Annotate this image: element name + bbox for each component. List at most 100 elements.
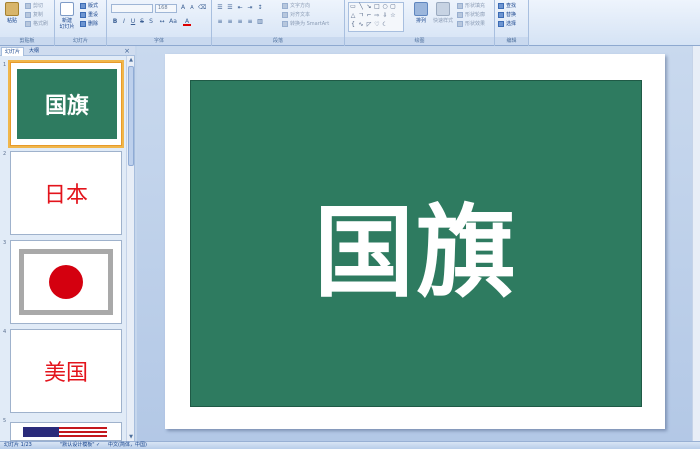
scroll-down-icon[interactable]: ▼ [127,433,135,441]
close-icon[interactable]: × [124,47,130,55]
underline-icon[interactable]: U [129,18,137,26]
panel-scroll-thumb[interactable] [128,66,134,166]
italic-icon[interactable]: I [120,18,128,26]
scissors-icon [25,2,31,9]
panel-scrollbar[interactable]: ▲ ▼ [126,56,134,441]
usa-flag-canton [23,427,59,437]
spacing-icon[interactable]: ↔ [158,18,166,26]
select-button[interactable]: 选择 [498,20,516,27]
layout-button[interactable]: 版式 [80,2,98,9]
title-box[interactable]: 国旗 [190,80,642,407]
font-group-label: 字体 [107,37,211,45]
align-right-icon[interactable]: ≡ [236,18,244,26]
new-slide-button[interactable]: 新建 幻灯片 [57,2,77,34]
red-sun-disc [49,265,83,299]
paste-icon [5,2,19,16]
thumbnail-title: 美国 [43,361,88,386]
shapes-gallery[interactable]: ▭ ╲ ↘ □ ○ ▢ △ ㄱ ⌐ ⇨ ⇩ ☆ { ∿ ◸ ♡ ☾ [348,2,404,32]
decrease-indent-icon[interactable]: ⇤ [236,4,244,12]
spellcheck-icon[interactable]: ✓ [96,442,100,449]
moon-shape-icon[interactable]: ☾ [382,22,388,28]
elbow-shape-icon[interactable]: ⌐ [366,13,372,19]
paragraph-group: ☰ ☰ ⇤ ⇥ ↕ ≡ ≡ ≡ ≡ ▥ 文字方向 对齐文本 转换为 SmartA… [212,0,345,46]
columns-icon[interactable]: ▥ [256,18,264,26]
copy-button[interactable]: 复制 [25,11,43,18]
drawing-group-label: 绘图 [345,37,494,45]
star-shape-icon[interactable]: ☆ [390,13,396,19]
shape-effects-button[interactable]: 形状效果 [457,20,485,27]
shadow-icon[interactable]: S [147,18,155,26]
down-arrow-shape-icon[interactable]: ⇩ [382,13,388,19]
smartart-button[interactable]: 转换为 SmartArt [282,20,329,27]
scroll-up-icon[interactable]: ▲ [127,56,135,64]
font-group: 168 A A ⌫ B I U S S ↔ Aa A 字体 [107,0,212,46]
slide-thumbnail-1[interactable]: 国旗 [8,60,124,148]
slide-thumbnail-2[interactable]: 日本 [10,151,122,235]
replace-button[interactable]: 替换 [498,11,516,18]
rect-shape-icon[interactable]: □ [374,4,380,10]
rounded-rect-shape-icon[interactable]: ▢ [390,4,396,10]
delete-slide-button[interactable]: 删除 [80,20,98,27]
slides-group-label: 幻灯片 [55,37,106,45]
line-spacing-icon[interactable]: ↕ [256,4,264,12]
connector-shape-icon[interactable]: ㄱ [358,13,364,19]
cut-button[interactable]: 剪切 [25,2,43,9]
arrange-button[interactable]: 排列 [411,2,431,34]
arrow-shape-icon[interactable]: ↘ [366,4,372,10]
font-color-icon[interactable]: A [183,18,191,26]
reset-icon [80,11,86,18]
shrink-font-icon[interactable]: A [188,4,196,12]
slide-thumbnail-3[interactable] [10,240,122,324]
bullets-icon[interactable]: ☰ [216,4,224,12]
binoculars-icon [498,2,504,9]
slide-number: 4 [3,329,7,335]
cursor-icon [498,20,504,27]
brace-shape-icon[interactable]: { [350,22,356,28]
callout-shape-icon[interactable]: ◸ [366,22,372,28]
editing-group-label: 编辑 [495,37,528,45]
justify-icon[interactable]: ≡ [246,18,254,26]
slide-number: 5 [3,418,7,424]
format-painter-button[interactable]: 格式刷 [25,20,48,27]
right-arrow-shape-icon[interactable]: ⇨ [374,13,380,19]
oval-shape-icon[interactable]: ○ [382,4,388,10]
clear-format-icon[interactable]: ⌫ [198,4,206,12]
smartart-icon [282,20,288,27]
tab-slides[interactable]: 幻灯片 [1,47,25,56]
fill-icon [457,2,463,9]
ribbon: 粘贴 剪切 复制 格式刷 剪贴板 新建 幻灯片 版式 重设 删除 幻灯片 168… [0,0,700,46]
grow-font-icon[interactable]: A [179,4,187,12]
increase-indent-icon[interactable]: ⇥ [246,4,254,12]
line-shape-icon[interactable]: ╲ [358,4,364,10]
editor-scrollbar[interactable] [692,46,700,441]
textbox-shape-icon[interactable]: ▭ [350,4,356,10]
slide-number: 1 [3,62,7,68]
align-text-button[interactable]: 对齐文本 [282,11,310,18]
align-text-icon [282,11,288,18]
strikethrough-icon[interactable]: S [138,18,146,26]
find-button[interactable]: 查找 [498,2,516,9]
font-size-field[interactable]: 168 [155,4,177,13]
heart-shape-icon[interactable]: ♡ [374,22,380,28]
align-left-icon[interactable]: ≡ [216,18,224,26]
triangle-shape-icon[interactable]: △ [350,13,356,19]
text-direction-button[interactable]: 文字方向 [282,2,310,9]
japan-flag-image [19,249,113,315]
reset-button[interactable]: 重设 [80,11,98,18]
paste-button[interactable]: 粘贴 [2,2,22,34]
bold-icon[interactable]: B [111,18,119,26]
numbering-icon[interactable]: ☰ [226,4,234,12]
curve-shape-icon[interactable]: ∿ [358,22,364,28]
font-name-field[interactable] [111,4,153,13]
slide-thumbnail-4[interactable]: 美国 [10,329,122,413]
tab-outline[interactable]: 大纲 [26,47,42,56]
align-center-icon[interactable]: ≡ [226,18,234,26]
change-case-icon[interactable]: Aa [169,18,177,26]
shape-outline-button[interactable]: 形状轮廓 [457,11,485,18]
slide-thumbnail-5[interactable] [10,422,122,441]
shape-fill-button[interactable]: 形状填充 [457,2,485,9]
slide-title[interactable]: 国旗 [314,171,518,316]
paragraph-group-label: 段落 [212,37,344,45]
current-slide[interactable]: 国旗 [165,54,665,429]
quick-styles-button[interactable]: 快速样式 [431,2,455,34]
